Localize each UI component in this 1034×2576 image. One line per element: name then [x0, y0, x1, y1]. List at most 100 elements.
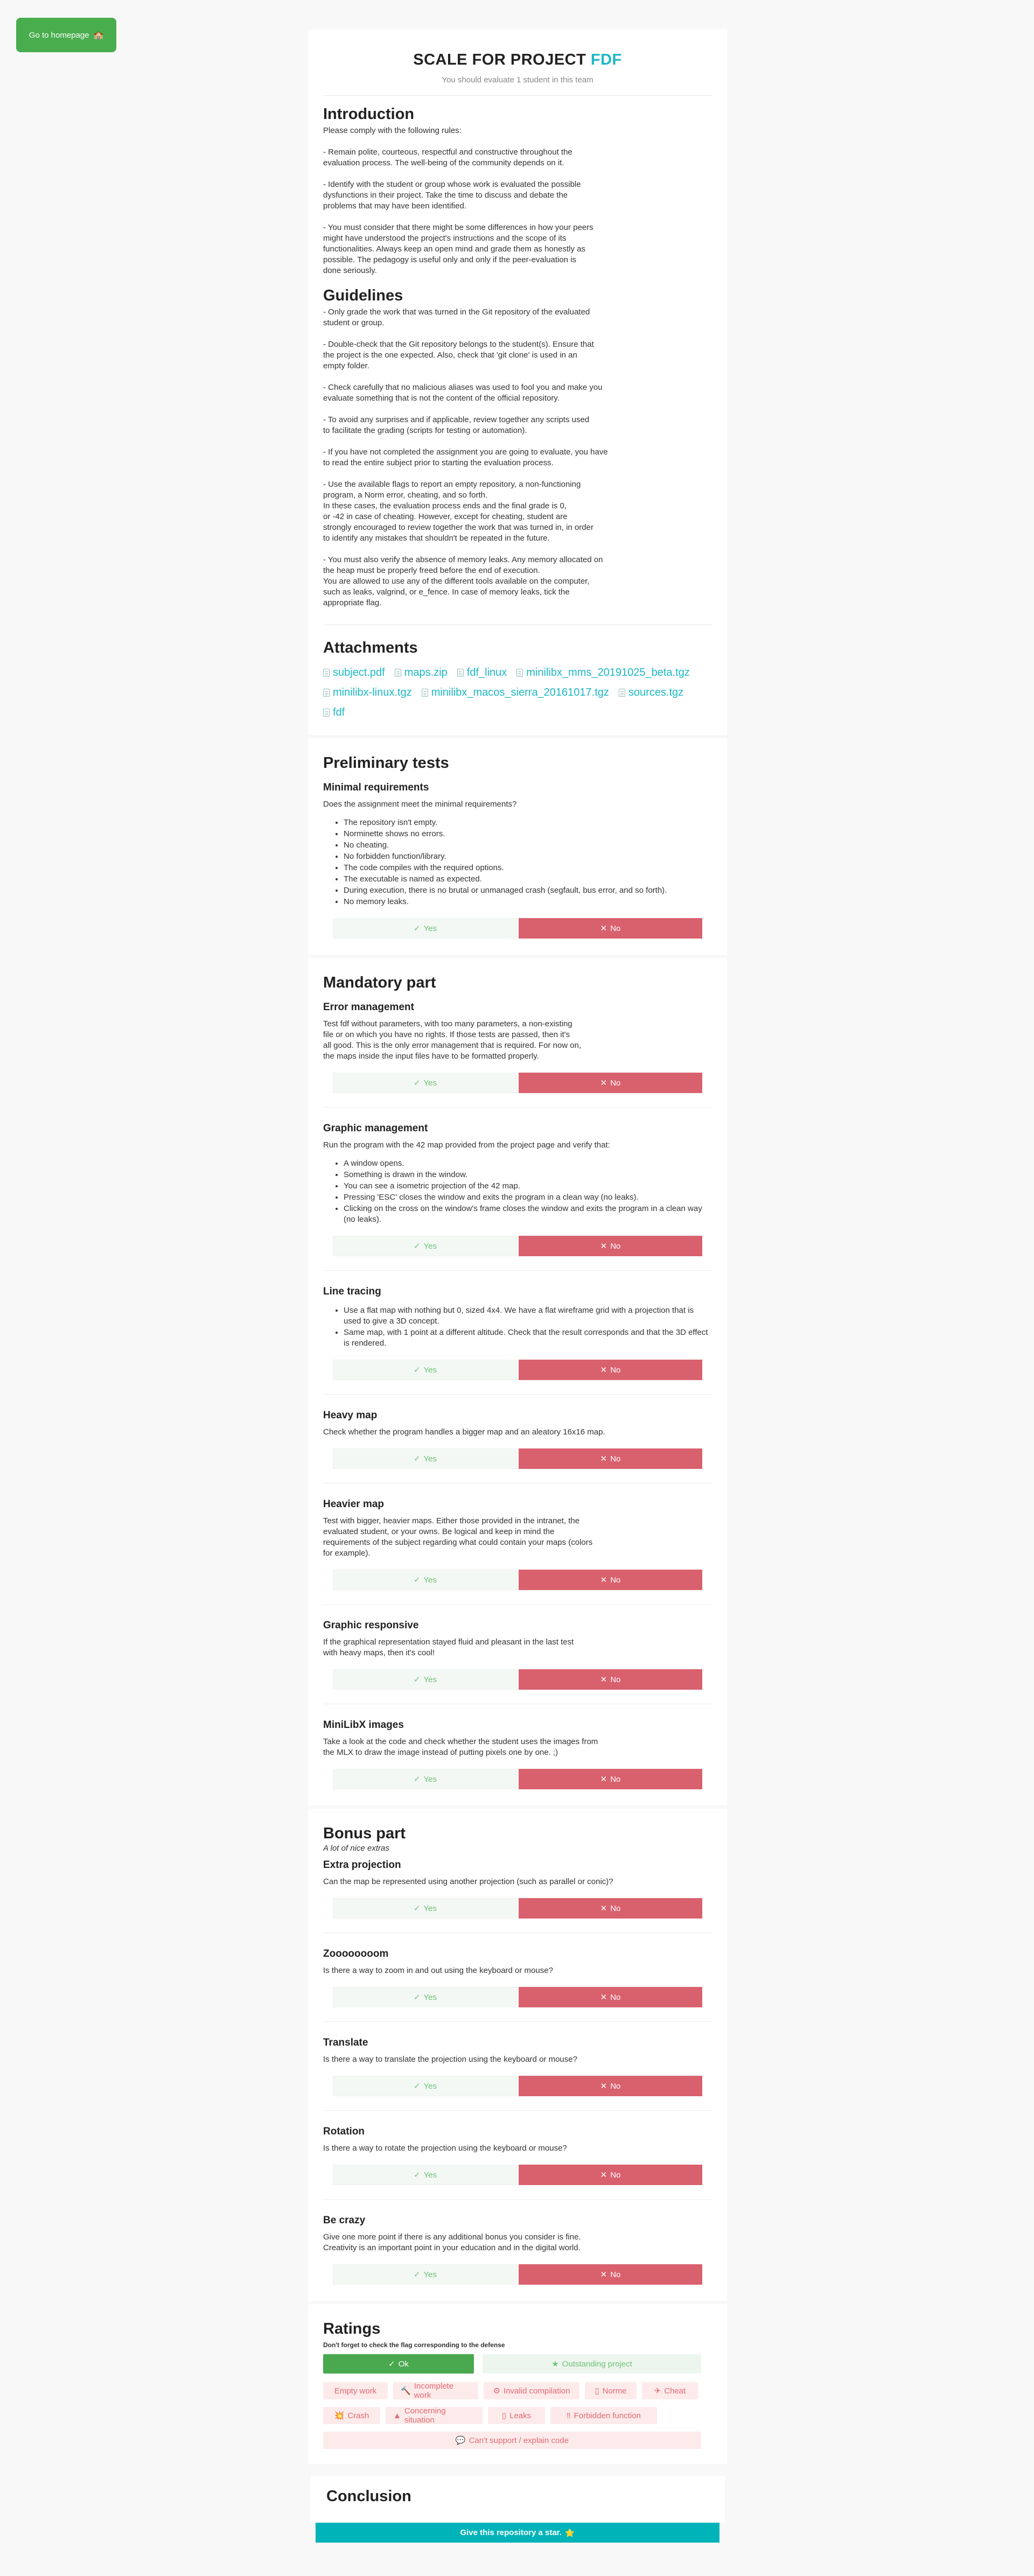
checklist-item: Pressing 'ESC' closes the window and exi… — [344, 1192, 712, 1203]
yes-label: Yes — [423, 1078, 437, 1088]
yes-button[interactable]: ✓ Yes — [333, 1570, 518, 1590]
yes-button[interactable]: ✓ Yes — [333, 1769, 518, 1789]
guidelines-paragraph: - Only grade the work that was turned in… — [323, 307, 590, 327]
rating-ok-button[interactable]: ✓ Ok — [323, 2354, 474, 2374]
attachment-link[interactable]: minilibx_mms_20191025_beta.tgz — [516, 667, 690, 679]
cheat-icon: ✈ — [654, 2386, 661, 2396]
checklist-item: Norminette shows no errors. — [344, 829, 712, 839]
flag-button[interactable]: ▯ Leaks — [488, 2407, 545, 2424]
flag-button[interactable]: 💥 Crash — [323, 2407, 380, 2424]
check-icon: ✓ — [413, 1366, 421, 1375]
no-button[interactable]: ✕ No — [519, 2264, 702, 2285]
close-icon: ✕ — [600, 1079, 607, 1088]
home-button-label: Go to homepage — [29, 30, 89, 40]
no-button[interactable]: ✕ No — [519, 918, 702, 939]
cant-support-button[interactable]: 💬 Can't support / explain code — [323, 2432, 701, 2449]
flag-button[interactable]: ▯ Norme — [585, 2382, 637, 2399]
no-button[interactable]: ✕ No — [519, 1898, 702, 1919]
no-button[interactable]: ✕ No — [519, 1769, 702, 1789]
attachment-link[interactable]: sources.tgz — [618, 687, 683, 699]
guidelines-text: - Only grade the work that was turned in… — [323, 307, 712, 608]
give-star-button[interactable]: Give this repository a star. ⭐ — [316, 2523, 719, 2543]
close-icon: ✕ — [600, 924, 607, 933]
no-label: No — [610, 1365, 621, 1375]
attachment-name: minilibx_mms_20191025_beta.tgz — [526, 667, 690, 678]
checklist-item: Something is drawn in the window. — [344, 1170, 712, 1180]
question-description: Is there a way to translate the projecti… — [323, 2055, 577, 2064]
close-icon: ✕ — [600, 2171, 607, 2180]
no-button[interactable]: ✕ No — [519, 1360, 702, 1380]
attachment-link[interactable]: fdf_linux — [457, 667, 507, 679]
no-button[interactable]: ✕ No — [519, 1448, 702, 1469]
check-icon: ✓ — [413, 1079, 421, 1088]
question-block: Rotation Is there a way to rotate the pro… — [323, 2126, 712, 2200]
school-icon: 🏫 — [93, 31, 104, 40]
question-block: Zoooooooom Is there a way to zoom in and … — [323, 1948, 712, 2022]
yes-button[interactable]: ✓ Yes — [333, 2165, 518, 2185]
mandatory-section: Mandatory part Error management Test fdf … — [308, 958, 727, 1805]
close-icon: ✕ — [600, 1454, 607, 1464]
checklist-item: Clicking on the cross on the window's fr… — [344, 1203, 712, 1225]
attachment-link[interactable]: fdf — [323, 706, 345, 719]
yes-no-toggle: ✓ Yes ✕ No — [333, 1669, 702, 1690]
yes-button[interactable]: ✓ Yes — [333, 918, 518, 939]
no-button[interactable]: ✕ No — [519, 2076, 702, 2096]
no-label: No — [610, 2170, 621, 2180]
yes-label: Yes — [423, 1241, 437, 1251]
close-icon: ✕ — [600, 1675, 607, 1684]
page-title: SCALE FOR PROJECT FDF — [323, 51, 712, 69]
flag-label: Incomplete work — [414, 2382, 454, 2400]
guidelines-paragraph: - Use the available flags to report an e… — [323, 480, 593, 543]
check-icon: ✓ — [413, 1993, 421, 2002]
flag-button[interactable]: Empty work — [323, 2382, 388, 2399]
check-icon: ✓ — [413, 1576, 421, 1585]
yes-button[interactable]: ✓ Yes — [333, 1987, 518, 2007]
checklist-item: A window opens. — [344, 1158, 712, 1169]
file-icon — [323, 669, 330, 677]
attachment-link[interactable]: minilibx-linux.tgz — [323, 687, 412, 699]
yes-button[interactable]: ✓ Yes — [333, 1669, 518, 1690]
file-icon — [323, 689, 330, 697]
yes-button[interactable]: ✓ Yes — [333, 2264, 518, 2285]
question-title: Heavy map — [323, 1410, 378, 1421]
yes-button[interactable]: ✓ Yes — [333, 1360, 518, 1380]
no-button[interactable]: ✕ No — [519, 1570, 702, 1590]
yes-button[interactable]: ✓ Yes — [333, 2076, 518, 2096]
no-label: No — [610, 1575, 621, 1585]
yes-button[interactable]: ✓ Yes — [333, 1073, 518, 1093]
checklist-item: No memory leaks. — [344, 897, 712, 907]
go-to-homepage-button[interactable]: Go to homepage 🏫 — [16, 18, 116, 52]
question-block: Graphic responsive If the graphical repre… — [323, 1620, 712, 1704]
attachment-name: minilibx_macos_sierra_20161017.tgz — [431, 687, 609, 698]
yes-no-toggle: ✓ Yes ✕ No — [333, 1360, 702, 1380]
flag-button[interactable]: ‼ Forbidden function — [550, 2407, 657, 2424]
question-block: Error management Test fdf without paramet… — [323, 1002, 712, 1108]
introduction-paragraph: - Identify with the student or group who… — [323, 180, 581, 211]
question-description: Give one more point if there is any addi… — [323, 2232, 581, 2252]
yes-button[interactable]: ✓ Yes — [333, 1898, 518, 1919]
no-button[interactable]: ✕ No — [519, 2165, 702, 2185]
attachment-link[interactable]: subject.pdf — [323, 667, 385, 679]
divider — [323, 1394, 712, 1395]
flag-button[interactable]: ⚙ Invalid compilation — [484, 2382, 579, 2399]
yes-button[interactable]: ✓ Yes — [333, 1448, 518, 1469]
flag-button[interactable]: ▲ Concerning situation — [386, 2406, 483, 2425]
no-button[interactable]: ✕ No — [519, 1236, 702, 1256]
flag-button[interactable]: ✈ Cheat — [642, 2382, 698, 2399]
check-icon: ✓ — [413, 2082, 421, 2091]
close-icon: ✕ — [600, 1242, 607, 1251]
no-button[interactable]: ✕ No — [519, 1073, 702, 1093]
yes-button[interactable]: ✓ Yes — [333, 1236, 518, 1256]
no-button[interactable]: ✕ No — [519, 1987, 702, 2007]
check-icon: ✓ — [413, 1775, 421, 1784]
ratings-section: Ratings Don't forget to check the flag c… — [308, 2304, 727, 2464]
attachment-link[interactable]: maps.zip — [394, 667, 448, 679]
leaks-icon: ▯ — [501, 2411, 507, 2420]
rating-outstanding-button[interactable]: ★ Outstanding project — [483, 2354, 701, 2374]
flag-label: Invalid compilation — [504, 2386, 570, 2396]
no-button[interactable]: ✕ No — [519, 1669, 702, 1690]
checklist-item: No forbidden function/library. — [344, 851, 712, 862]
attachment-link[interactable]: minilibx_macos_sierra_20161017.tgz — [421, 687, 609, 699]
question-block: Be crazy Give one more point if there is … — [323, 2215, 712, 2285]
flag-button[interactable]: 🔨 Incomplete work — [393, 2382, 478, 2400]
